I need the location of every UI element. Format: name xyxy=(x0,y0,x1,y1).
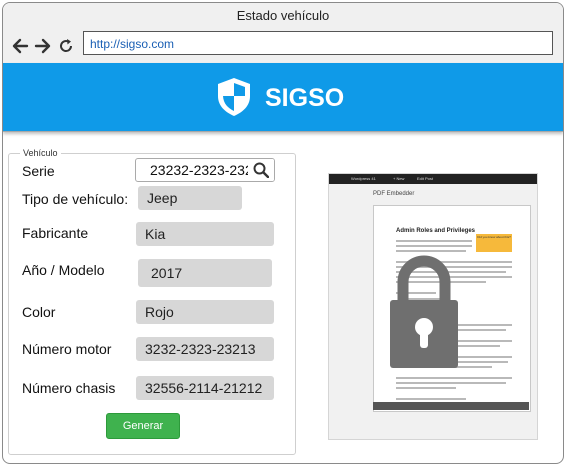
color-label: Color xyxy=(22,304,56,320)
preview-text-line xyxy=(396,382,506,384)
serie-search-field[interactable]: 23232-2323-23232 xyxy=(135,158,275,182)
shield-icon xyxy=(216,77,252,122)
arrow-left-icon[interactable] xyxy=(9,35,31,57)
preview-pdf-toolbar xyxy=(373,402,529,410)
tipo-label: Tipo de vehículo: xyxy=(22,191,129,207)
fieldset-legend: Vehículo xyxy=(20,148,61,158)
search-icon[interactable] xyxy=(248,159,274,181)
fabricante-label: Fabricante xyxy=(22,225,89,241)
url-bar[interactable]: http://sigso.com xyxy=(83,31,553,55)
preview-new-link: + New xyxy=(393,176,405,181)
preview-text-line xyxy=(396,245,472,247)
motor-value: 3232-2323-23213 xyxy=(136,337,274,361)
color-value: Rojo xyxy=(136,300,274,324)
fabricante-value: Kia xyxy=(136,222,274,246)
generate-button[interactable]: Generar xyxy=(106,413,180,439)
preview-doc-heading: Admin Roles and Privileges xyxy=(396,228,476,234)
app-header: SIGSO xyxy=(3,63,563,132)
preview-text-line xyxy=(396,377,512,379)
tipo-value: Jeep xyxy=(138,186,242,210)
anio-value: 2017 xyxy=(138,259,272,287)
motor-label: Número motor xyxy=(22,341,112,357)
browser-navbar: http://sigso.com xyxy=(3,31,563,64)
preview-text-line xyxy=(396,387,456,389)
preview-edit-link: Edit Post xyxy=(417,176,434,181)
brand-name: SIGSO xyxy=(265,84,345,112)
anio-label: Año / Modelo xyxy=(22,262,105,278)
preview-site-name: Wordpress 41 xyxy=(351,176,376,181)
reload-icon[interactable] xyxy=(55,35,77,57)
preview-text-line xyxy=(396,398,466,400)
window-title: Estado vehículo xyxy=(3,3,563,32)
preview-text-line xyxy=(396,240,472,242)
arrow-right-icon[interactable] xyxy=(32,35,54,57)
preview-doc-note: Did you know about this? xyxy=(476,234,512,252)
preview-page-title: PDF Embedder xyxy=(373,191,415,197)
preview-admin-bar: Wordpress 41 + New Edit Post xyxy=(329,174,537,184)
chasis-value: 32556-2114-21212 xyxy=(136,376,274,400)
lock-icon xyxy=(390,252,458,375)
serie-label: Serie xyxy=(22,163,55,179)
chasis-label: Número chasis xyxy=(22,380,116,396)
